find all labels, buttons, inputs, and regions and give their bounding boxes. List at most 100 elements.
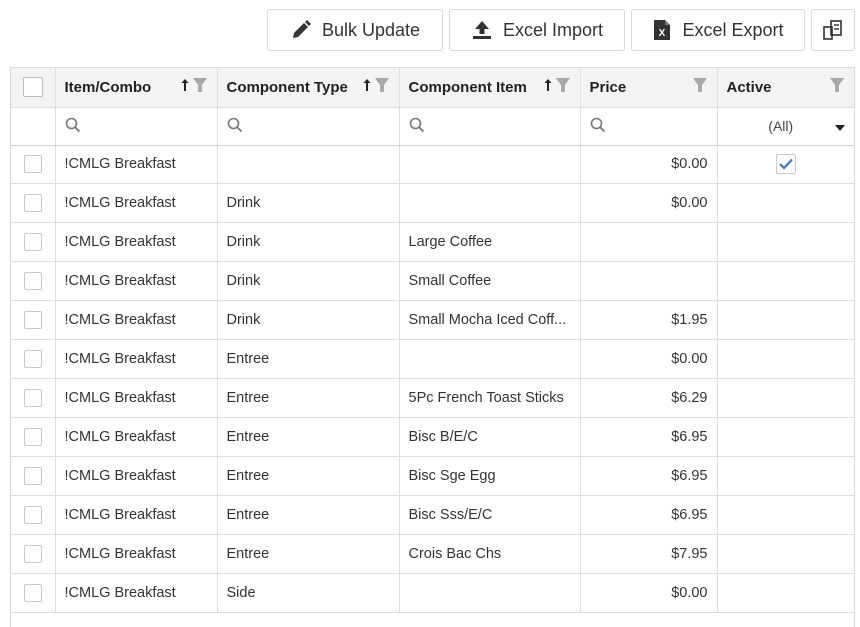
table-row[interactable]: !CMLG Breakfast Entree Bisc Sge Egg $6.95 bbox=[11, 456, 854, 496]
row-checkbox[interactable] bbox=[23, 388, 42, 407]
cell-active bbox=[717, 456, 854, 496]
pencil-icon bbox=[290, 19, 312, 41]
row-select-cell bbox=[11, 222, 56, 262]
cell-price: $0.00 bbox=[580, 183, 718, 223]
table-row[interactable]: !CMLG Breakfast Entree Bisc B/E/C $6.95 bbox=[11, 417, 854, 457]
filter-component-item[interactable] bbox=[399, 107, 581, 146]
column-header-component-item[interactable]: Component Item bbox=[399, 68, 581, 108]
excel-import-button[interactable]: Excel Import bbox=[449, 9, 625, 51]
column-chooser-icon bbox=[822, 19, 844, 41]
cell-item-combo: !CMLG Breakfast bbox=[55, 378, 218, 418]
excel-import-label: Excel Import bbox=[502, 19, 604, 40]
active-checkbox[interactable] bbox=[775, 154, 796, 174]
row-select-cell bbox=[11, 145, 56, 184]
cell-active bbox=[717, 339, 854, 379]
cell-component-item: Bisc Sge Egg bbox=[399, 456, 581, 496]
cell-component-type bbox=[217, 145, 400, 184]
excel-export-button[interactable]: X Excel Export bbox=[631, 9, 805, 51]
filter-component-type[interactable] bbox=[217, 107, 400, 146]
cell-active bbox=[717, 534, 854, 574]
cell-component-type: Entree bbox=[217, 417, 400, 457]
cell-price bbox=[580, 222, 718, 262]
cell-item-combo: !CMLG Breakfast bbox=[55, 261, 218, 301]
upload-icon bbox=[471, 19, 493, 41]
table-row[interactable]: !CMLG Breakfast $0.00 bbox=[11, 145, 854, 184]
select-all-cell bbox=[11, 68, 56, 108]
cell-component-type: Entree bbox=[217, 534, 400, 574]
table-row[interactable]: !CMLG Breakfast Drink Large Coffee bbox=[11, 222, 854, 262]
row-checkbox[interactable] bbox=[23, 505, 42, 524]
table-row[interactable]: !CMLG Breakfast Drink $0.00 bbox=[11, 183, 854, 223]
cell-item-combo: !CMLG Breakfast bbox=[55, 183, 218, 223]
table-row[interactable]: !CMLG Breakfast Entree $0.00 bbox=[11, 339, 854, 379]
filter-icon[interactable] bbox=[374, 77, 390, 97]
row-checkbox[interactable] bbox=[23, 193, 42, 212]
row-checkbox[interactable] bbox=[23, 310, 42, 329]
header-row: Item/Combo Component Type Component Item… bbox=[11, 68, 854, 108]
cell-item-combo: !CMLG Breakfast bbox=[55, 339, 218, 379]
cell-component-type: Entree bbox=[217, 495, 400, 535]
cell-price bbox=[580, 261, 718, 301]
row-checkbox[interactable] bbox=[23, 583, 42, 602]
cell-active bbox=[717, 145, 854, 184]
table-row[interactable]: !CMLG Breakfast Entree 5Pc French Toast St… bbox=[11, 378, 854, 418]
cell-price: $6.95 bbox=[580, 456, 718, 496]
row-select-cell bbox=[11, 378, 56, 418]
row-checkbox[interactable] bbox=[23, 466, 42, 485]
search-icon bbox=[409, 117, 425, 136]
row-checkbox[interactable] bbox=[23, 427, 42, 446]
column-header-component-type[interactable]: Component Type bbox=[217, 68, 400, 108]
table-row[interactable]: !CMLG Breakfast Drink Small Coffee bbox=[11, 261, 854, 301]
column-header-price[interactable]: Price bbox=[580, 68, 718, 108]
filter-price[interactable] bbox=[580, 107, 718, 146]
cell-component-item: Small Mocha Iced Coff... bbox=[399, 300, 581, 340]
column-label: Price bbox=[589, 78, 627, 96]
row-select-cell bbox=[11, 534, 56, 574]
filter-active-select[interactable]: (All) bbox=[717, 107, 854, 146]
cell-component-item: Crois Bac Chs bbox=[399, 534, 581, 574]
cell-active bbox=[717, 378, 854, 418]
table-row[interactable]: !CMLG Breakfast Entree Crois Bac Chs $7.95 bbox=[11, 534, 854, 574]
row-select-cell bbox=[11, 417, 56, 457]
row-select-cell bbox=[11, 261, 56, 301]
cell-active bbox=[717, 300, 854, 340]
filter-icon[interactable] bbox=[555, 77, 571, 97]
select-all-checkbox[interactable] bbox=[22, 77, 43, 98]
row-checkbox[interactable] bbox=[23, 232, 42, 251]
column-chooser-button[interactable] bbox=[811, 9, 855, 51]
row-select-cell bbox=[11, 183, 56, 223]
table-row[interactable]: !CMLG Breakfast Entree Bisc Sss/E/C $6.95 bbox=[11, 495, 854, 535]
checkmark-icon bbox=[778, 158, 793, 170]
cell-component-type: Side bbox=[217, 573, 400, 613]
cell-price: $7.95 bbox=[580, 534, 718, 574]
cell-component-item bbox=[399, 183, 581, 223]
filter-icon[interactable] bbox=[829, 77, 845, 97]
sort-asc-icon bbox=[181, 78, 189, 96]
row-checkbox[interactable] bbox=[23, 544, 42, 563]
table-row[interactable]: !CMLG Breakfast Side $0.00 bbox=[11, 573, 854, 613]
column-header-item-combo[interactable]: Item/Combo bbox=[55, 68, 218, 108]
row-checkbox[interactable] bbox=[23, 155, 42, 173]
column-label: Component Item bbox=[408, 78, 527, 96]
cell-item-combo: !CMLG Breakfast bbox=[55, 534, 218, 574]
cell-active bbox=[717, 417, 854, 457]
row-select-cell bbox=[11, 573, 56, 613]
row-checkbox[interactable] bbox=[23, 271, 42, 290]
cell-item-combo: !CMLG Breakfast bbox=[55, 495, 218, 535]
filter-icon[interactable] bbox=[192, 77, 208, 97]
cell-active bbox=[717, 495, 854, 535]
bulk-update-button[interactable]: Bulk Update bbox=[267, 9, 443, 51]
filter-item-combo[interactable] bbox=[55, 107, 218, 146]
filter-icon[interactable] bbox=[692, 77, 708, 97]
row-checkbox[interactable] bbox=[23, 349, 42, 368]
column-header-active[interactable]: Active bbox=[717, 68, 854, 108]
search-icon bbox=[65, 117, 81, 136]
row-select-cell bbox=[11, 300, 56, 340]
cell-item-combo: !CMLG Breakfast bbox=[55, 300, 218, 340]
cell-component-item bbox=[399, 145, 581, 184]
cell-item-combo: !CMLG Breakfast bbox=[55, 145, 218, 184]
table-row[interactable]: !CMLG Breakfast Drink Small Mocha Iced Cof… bbox=[11, 300, 854, 340]
cell-component-item: Large Coffee bbox=[399, 222, 581, 262]
cell-component-item: Small Coffee bbox=[399, 261, 581, 301]
cell-component-type: Drink bbox=[217, 261, 400, 301]
